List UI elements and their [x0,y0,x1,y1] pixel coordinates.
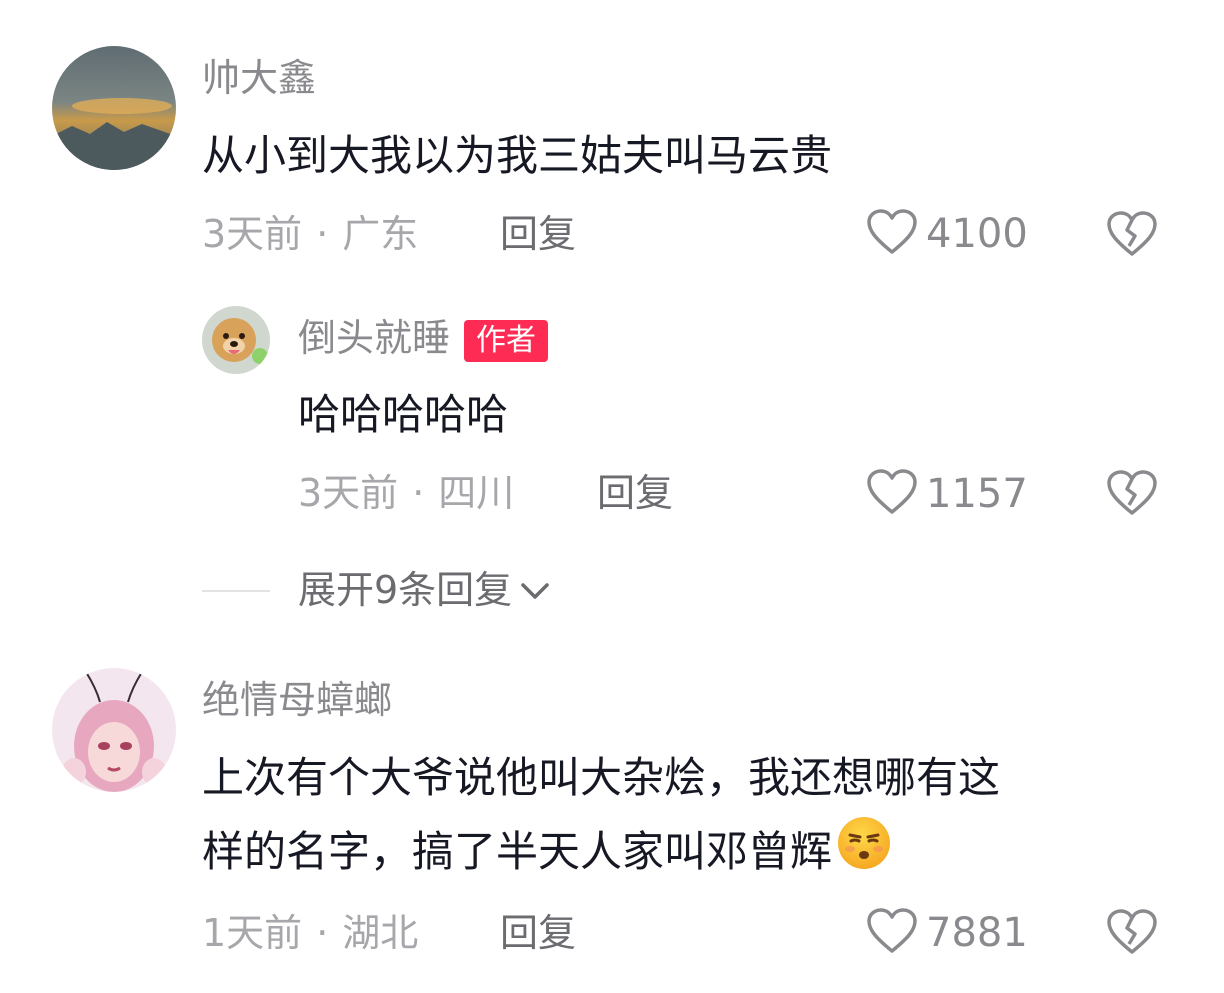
like-button[interactable]: 7881 [866,907,1028,959]
expand-divider [202,590,270,592]
reply-button[interactable]: 回复 [500,910,576,956]
avatar[interactable] [52,668,176,792]
broken-heart-icon [1106,470,1158,521]
comment-time: 3天前 [202,212,303,256]
username[interactable]: 绝情母蟑螂 [202,677,392,723]
like-count: 7881 [926,910,1028,956]
avatar[interactable] [52,46,176,170]
comment-text: 从小到大我以为我三姑夫叫马云贵 [202,131,833,180]
separator-dot: · [316,212,329,256]
like-count: 4100 [926,211,1028,257]
reply-reply-button[interactable]: 回复 [597,470,673,516]
reply-like-button[interactable]: 1157 [866,468,1028,520]
comment-location: 湖北 [342,911,419,955]
username[interactable]: 帅大鑫 [202,55,316,101]
reply-location: 四川 [438,471,515,515]
reply-dislike-button[interactable] [1106,469,1158,521]
comment-meta: 3天前 · 广东 [202,211,418,257]
dislike-button[interactable] [1106,210,1158,262]
reply-text: 哈哈哈哈哈 [298,390,509,439]
separator-dot: · [316,911,329,955]
comment-meta: 1天前 · 湖北 [202,910,418,956]
like-button[interactable]: 4100 [866,208,1028,260]
reply-time: 3天前 [298,471,399,515]
chevron-down-icon [518,567,552,613]
comment-time: 1天前 [202,911,303,955]
comment-text-line2: 样的名字，搞了半天人家叫邓曾辉 [202,814,892,895]
reply-avatar[interactable] [202,306,270,374]
comment-location: 广东 [342,212,419,256]
author-badge: 作者 [464,319,549,362]
separator-dot: · [412,471,425,515]
reply-button[interactable]: 回复 [500,211,576,257]
reply-username[interactable]: 倒头就睡 [298,316,450,360]
reply-username-row: 倒头就睡 作者 [298,315,549,362]
reply-meta: 3天前 · 四川 [298,470,514,516]
heart-outline-icon [866,208,918,260]
like-count: 1157 [926,471,1028,517]
smirk-face-emoji [836,815,892,895]
expand-label: 展开9条回复 [298,568,513,612]
expand-replies-button[interactable]: 展开9条回复 [298,567,552,613]
dislike-button[interactable] [1106,908,1158,960]
broken-heart-icon [1106,909,1158,960]
comment-text-line1: 上次有个大爷说他叫大杂烩，我还想哪有这 [202,753,1001,802]
broken-heart-icon [1106,211,1158,262]
heart-outline-icon [866,468,918,520]
heart-outline-icon [866,907,918,959]
comment-text-line2-text: 样的名字，搞了半天人家叫邓曾辉 [202,827,833,876]
